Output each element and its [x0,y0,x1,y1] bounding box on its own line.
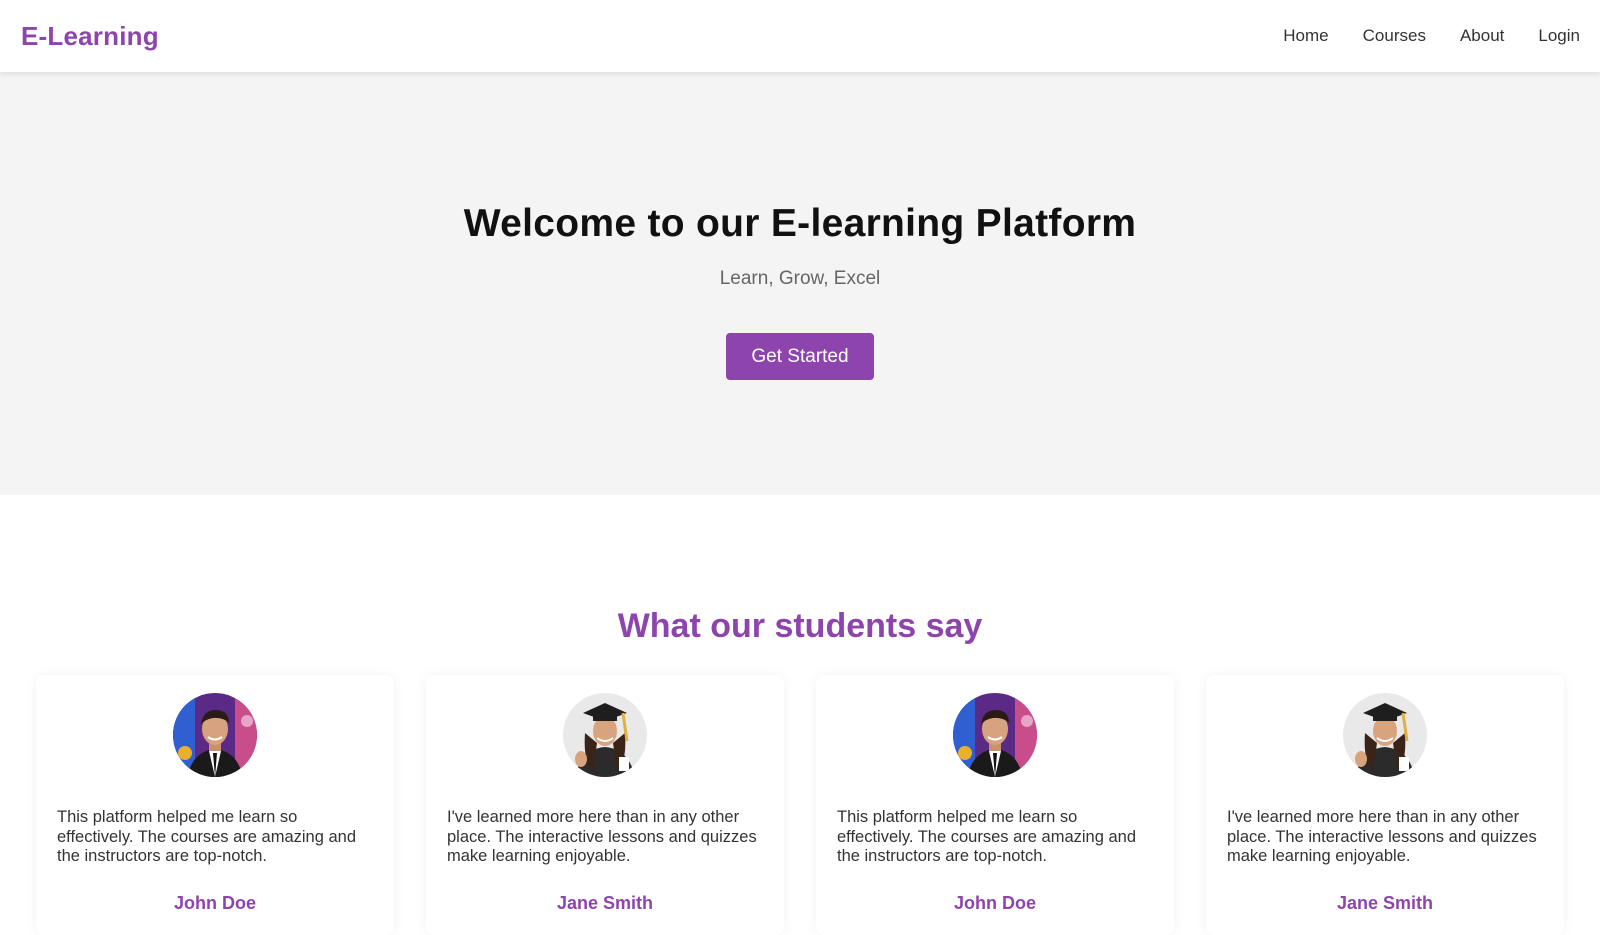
hero-title: Welcome to our E-learning Platform [463,202,1137,245]
student-name: John Doe [173,893,256,913]
student-name: Jane Smith [1336,893,1434,913]
get-started-button[interactable]: Get Started [726,333,874,380]
testimonial-quote: This platform helped me learn so effecti… [57,808,356,865]
male-student-avatar [953,693,1037,777]
nav-link-login[interactable]: Login [1538,26,1580,46]
testimonials-section: What our students say This platform help… [0,495,1600,935]
female-graduate-avatar [1343,693,1427,777]
testimonial-card: This platform helped me learn so effecti… [36,675,394,935]
student-name: John Doe [953,893,1036,913]
navbar: E-Learning Home Courses About Login [0,0,1600,72]
nav-link-courses[interactable]: Courses [1363,26,1426,46]
hero-section: Welcome to our E-learning Platform Learn… [0,72,1600,495]
nav-links: Home Courses About Login [1249,26,1580,46]
testimonials-title: What our students say [617,607,983,645]
testimonial-card: I've learned more here than in any other… [426,675,784,935]
male-student-avatar [173,693,257,777]
female-graduate-avatar [563,693,647,777]
testimonial-quote: This platform helped me learn so effecti… [837,808,1136,865]
site-logo[interactable]: E-Learning [21,21,159,52]
testimonial-card: This platform helped me learn so effecti… [816,675,1174,935]
testimonial-quote: I've learned more here than in any other… [447,808,757,865]
nav-link-about[interactable]: About [1460,26,1504,46]
testimonial-quote: I've learned more here than in any other… [1227,808,1537,865]
student-name: Jane Smith [556,893,654,913]
testimonial-cards: This platform helped me learn so effecti… [36,675,1564,935]
hero-subtitle: Learn, Grow, Excel [719,268,881,289]
testimonial-card: I've learned more here than in any other… [1206,675,1564,935]
nav-link-home[interactable]: Home [1283,26,1328,46]
